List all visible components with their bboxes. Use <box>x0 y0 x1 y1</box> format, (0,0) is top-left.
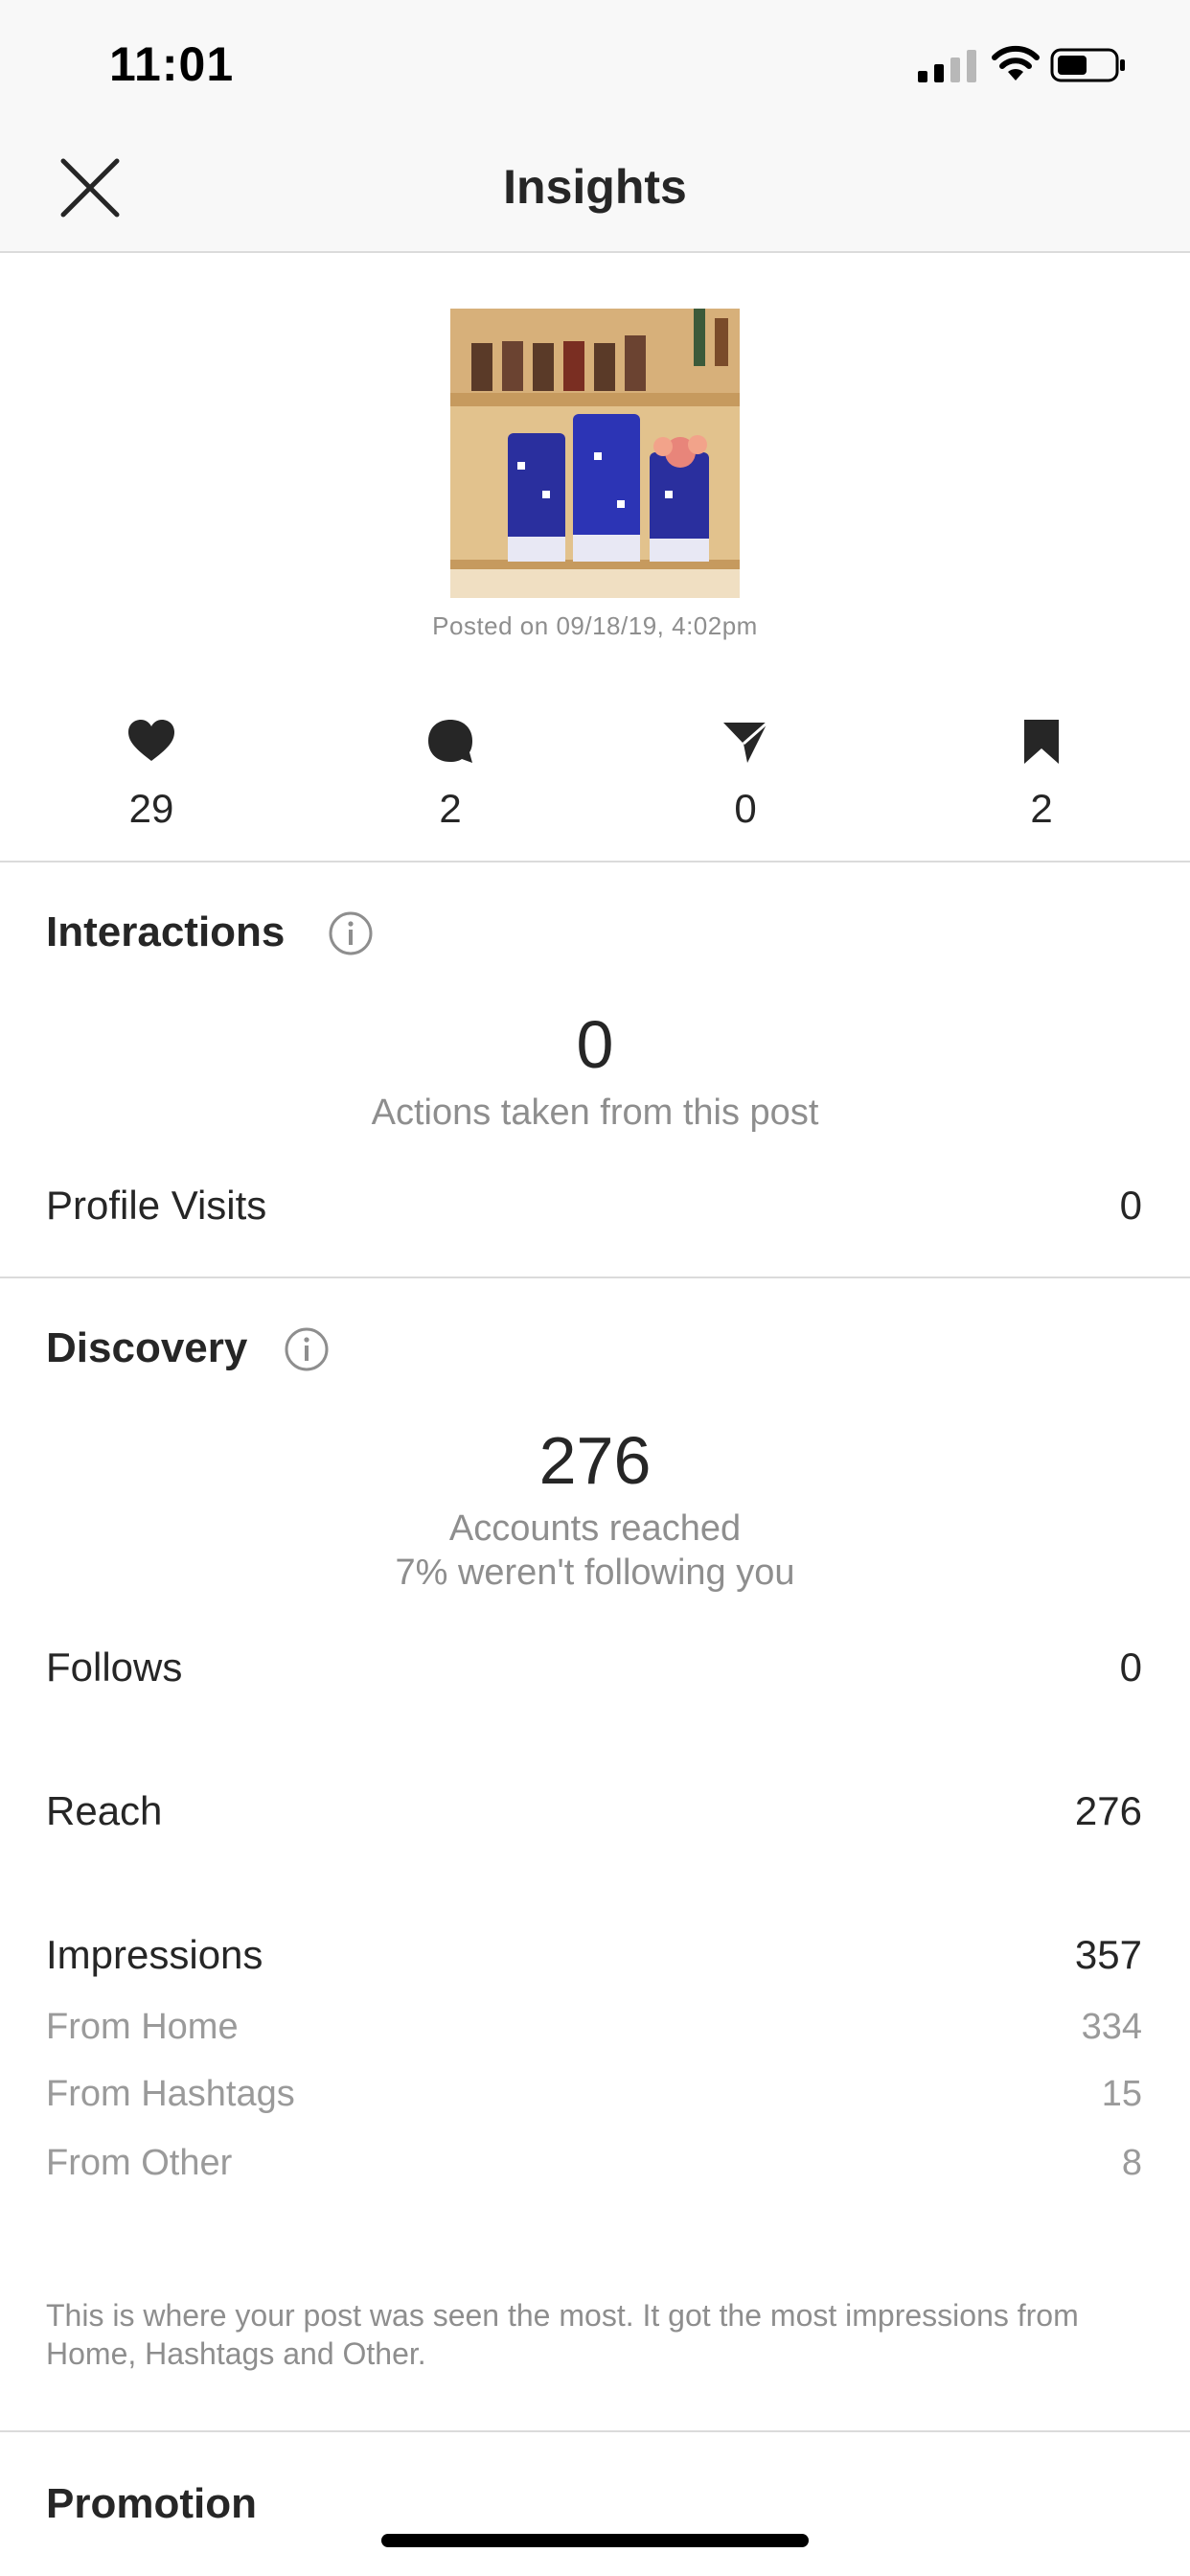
saves-stat: 2 <box>965 717 1118 832</box>
likes-count: 29 <box>128 786 174 831</box>
heart-icon <box>128 720 174 761</box>
from-other-value: 8 <box>1121 2143 1142 2183</box>
profile-visits-label: Profile Visits <box>46 1183 267 1228</box>
impressions-value: 357 <box>1074 1932 1142 1977</box>
follows-value: 0 <box>1119 1644 1142 1690</box>
reach-label: Reach <box>46 1788 163 1833</box>
comments-stat: 2 <box>374 717 527 832</box>
comment-icon <box>428 720 472 763</box>
posted-date: Posted on 09/18/19, 4:02pm <box>432 611 758 640</box>
from-hashtags-label: From Hashtags <box>46 2074 295 2114</box>
battery-icon <box>1050 48 1125 82</box>
shares-stat: 0 <box>669 717 822 832</box>
bookmark-icon <box>1024 720 1059 764</box>
post-thumbnail[interactable] <box>450 309 740 598</box>
cellular-signal-icon <box>918 50 976 82</box>
send-icon <box>723 721 768 763</box>
discovery-title: Discovery <box>46 1324 248 1371</box>
impressions-label: Impressions <box>46 1932 263 1977</box>
accounts-reached-label: Accounts reached <box>448 1508 742 1549</box>
divider <box>0 1276 1190 1278</box>
divider <box>0 2430 1190 2432</box>
discovery-info-icon[interactable] <box>284 1326 330 1372</box>
non-followers-label: 7% weren't following you <box>395 1552 795 1593</box>
interactions-title: Interactions <box>46 908 286 955</box>
wifi-icon <box>992 45 1040 80</box>
shares-count: 0 <box>734 786 757 831</box>
interactions-total: 0 <box>576 1007 614 1082</box>
from-home-value: 334 <box>1081 2007 1142 2047</box>
from-hashtags-value: 15 <box>1101 2074 1142 2114</box>
divider <box>0 861 1190 862</box>
from-other-label: From Other <box>46 2143 233 2183</box>
discovery-total: 276 <box>538 1423 652 1498</box>
saves-count: 2 <box>1030 786 1053 831</box>
header: 11:01 Insights <box>0 0 1190 253</box>
comments-count: 2 <box>439 786 462 831</box>
likes-stat: 29 <box>75 717 228 832</box>
interactions-info-icon[interactable] <box>328 910 374 956</box>
interactions-subtitle: Actions taken from this post <box>371 1092 819 1133</box>
follows-label: Follows <box>46 1644 183 1690</box>
profile-visits-value: 0 <box>1119 1183 1142 1228</box>
status-time: 11:01 <box>109 37 235 91</box>
home-indicator[interactable] <box>381 2534 809 2547</box>
page-title: Insights <box>503 160 687 214</box>
impressions-note: This is where your post was seen the mos… <box>46 2298 1079 2371</box>
from-home-label: From Home <box>46 2007 239 2047</box>
reach-value: 276 <box>1074 1788 1142 1833</box>
promotion-title: Promotion <box>46 2480 257 2527</box>
